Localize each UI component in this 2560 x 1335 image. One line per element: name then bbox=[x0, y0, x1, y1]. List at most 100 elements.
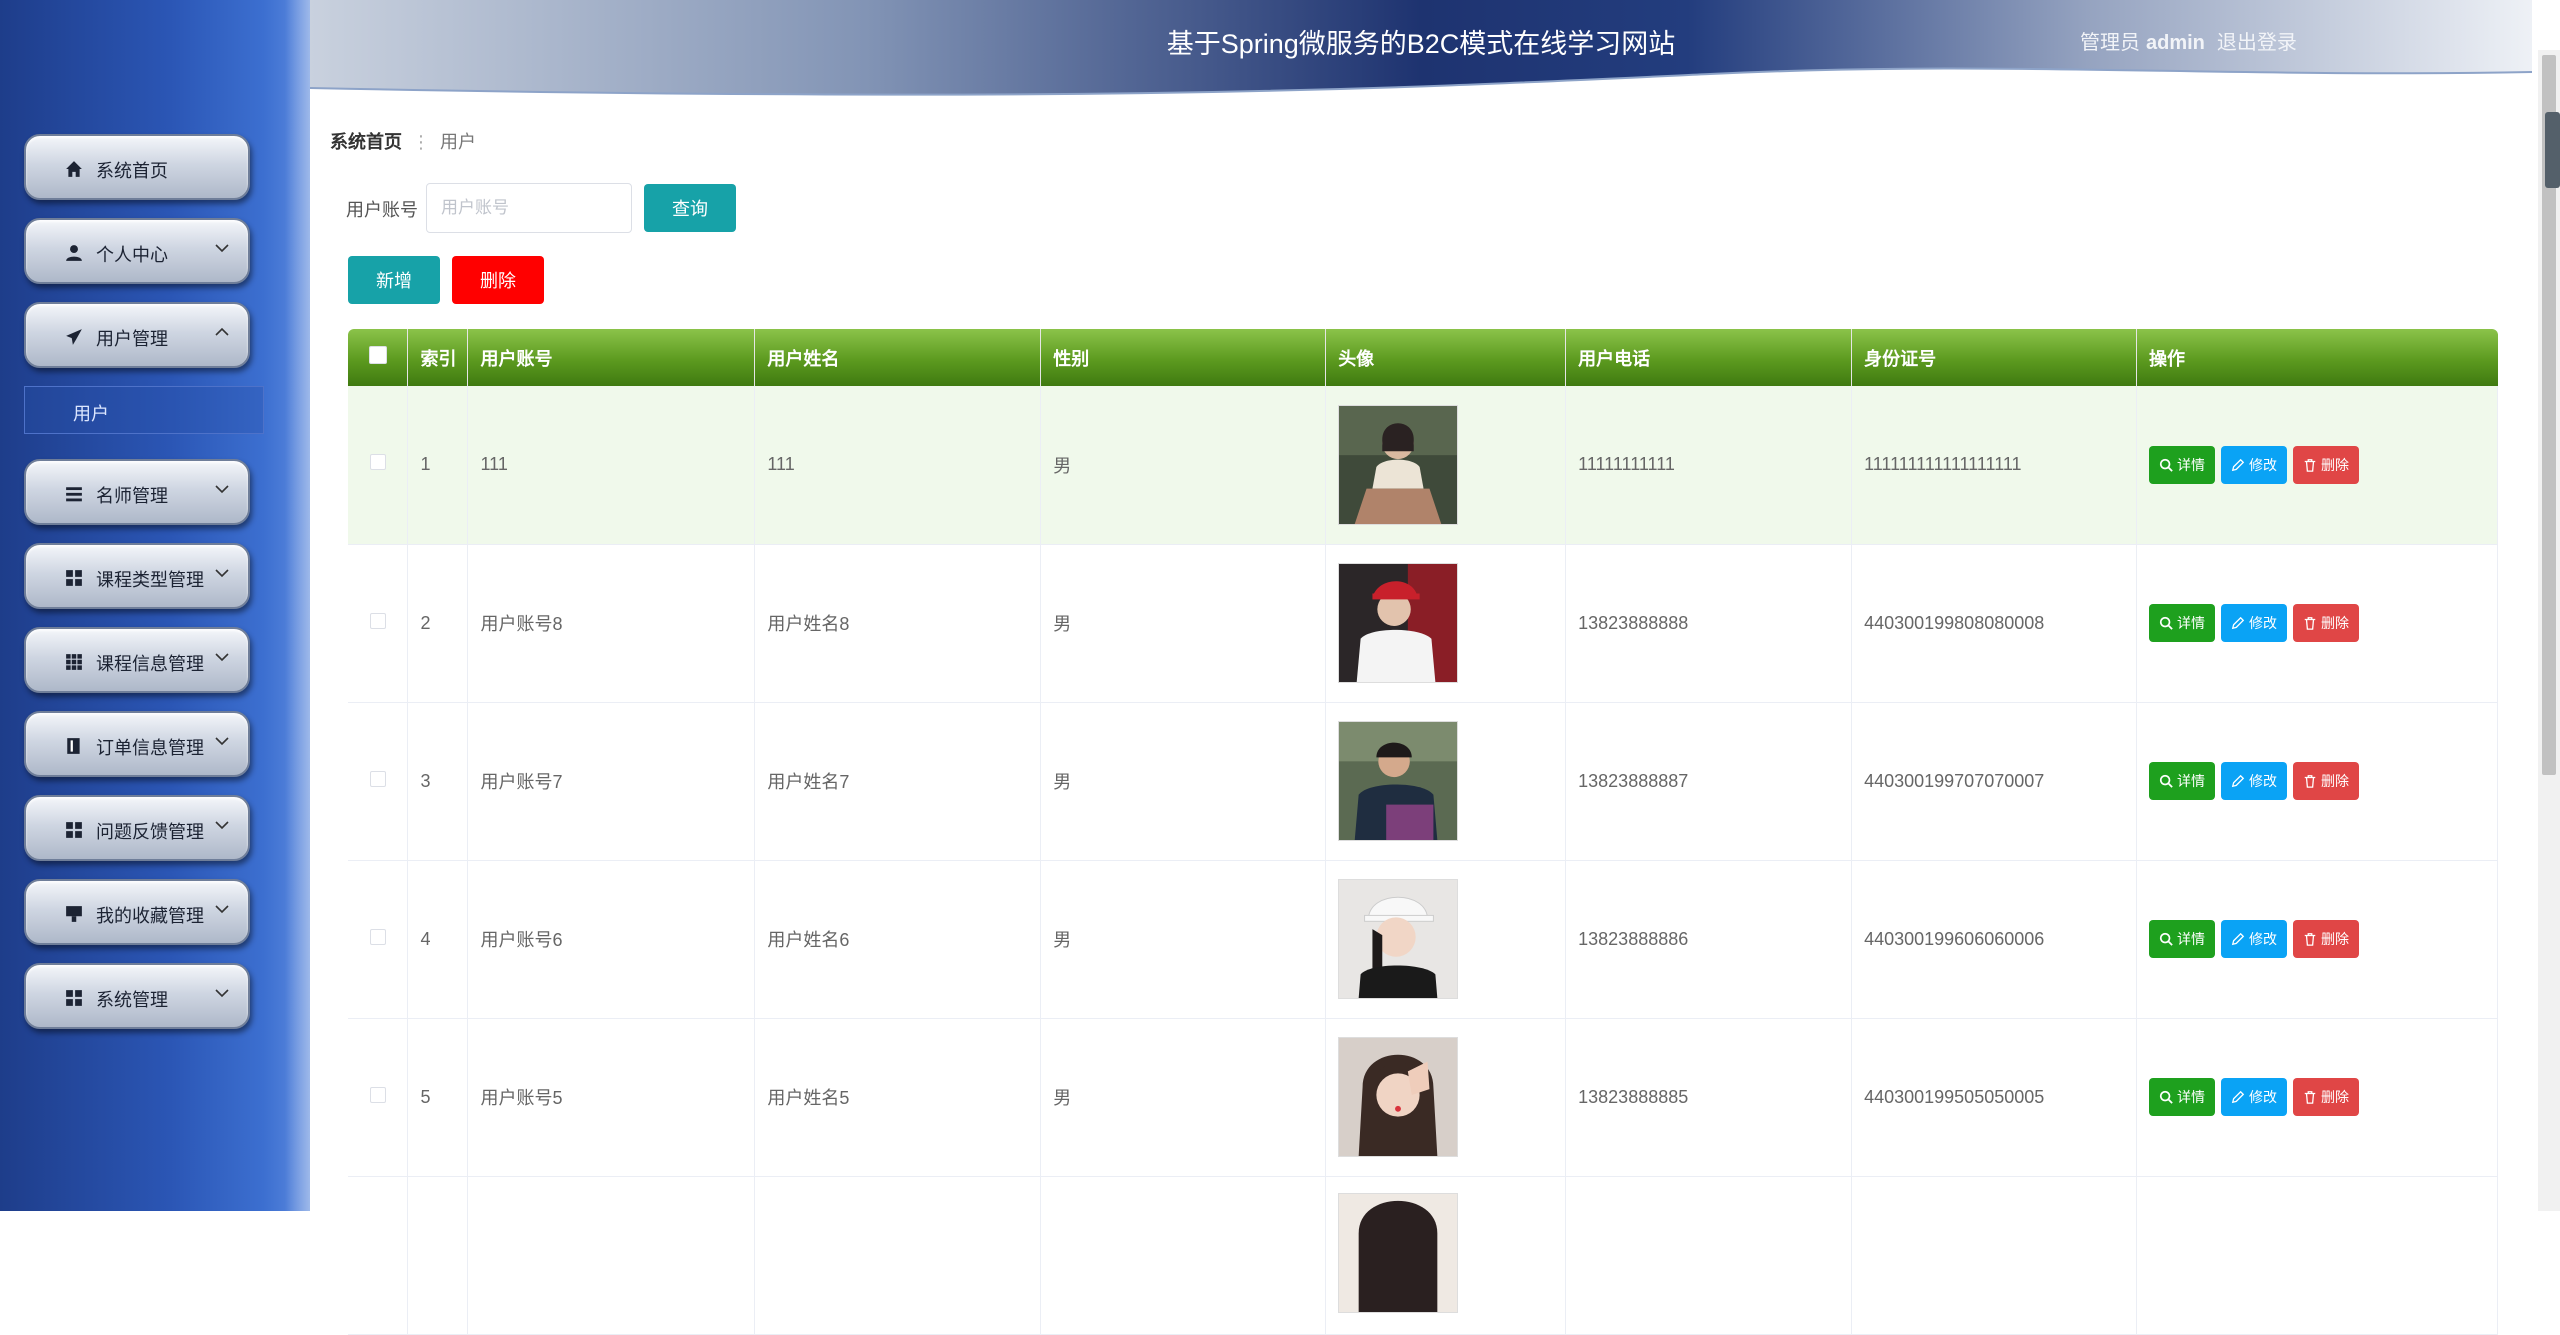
sidebar-item-course-types[interactable]: 课程类型管理 bbox=[24, 543, 250, 609]
edit-label: 修改 bbox=[2249, 773, 2278, 789]
sidebar-subitem-user[interactable]: 用户 bbox=[24, 386, 264, 434]
cell-account: 用户账号8 bbox=[467, 544, 756, 703]
remove-button[interactable]: 删除 bbox=[2293, 1078, 2360, 1116]
sidebar-item-courses[interactable]: 课程信息管理 bbox=[24, 627, 250, 693]
table-header-row: 索引 用户账号 用户姓名 性别 头像 用户电话 身份证号 操作 bbox=[348, 329, 2498, 386]
row-select-cell[interactable] bbox=[348, 386, 409, 545]
edit-button[interactable]: 修改 bbox=[2221, 920, 2288, 958]
row-checkbox[interactable] bbox=[369, 770, 386, 787]
table-row[interactable]: 4 用户账号6 用户姓名6 男 13823888886 440300199606… bbox=[348, 860, 2498, 1019]
cell-avatar bbox=[1325, 1176, 1567, 1335]
detail-button[interactable]: 详情 bbox=[2149, 604, 2216, 642]
select-all-cell[interactable] bbox=[348, 329, 409, 386]
cell-actions: 详情 修改 删除 bbox=[2136, 386, 2498, 545]
row-select-cell[interactable] bbox=[348, 1176, 409, 1335]
avatar[interactable] bbox=[1338, 563, 1459, 683]
cell-avatar bbox=[1325, 544, 1567, 703]
search-icon bbox=[2159, 774, 2173, 788]
edit-button[interactable]: 修改 bbox=[2221, 762, 2288, 800]
query-button[interactable]: 查询 bbox=[644, 184, 736, 232]
edit-button[interactable]: 修改 bbox=[2221, 1078, 2288, 1116]
edit-button[interactable]: 修改 bbox=[2221, 604, 2288, 642]
column-header: 性别 bbox=[1040, 329, 1327, 386]
edit-icon bbox=[2231, 774, 2245, 788]
list-icon bbox=[64, 484, 84, 504]
avatar[interactable] bbox=[1338, 1037, 1459, 1157]
chevron-down-icon bbox=[215, 905, 229, 914]
chevron-down-icon bbox=[215, 244, 229, 253]
cell-phone: 13823888887 bbox=[1565, 702, 1853, 861]
cell-account: 用户账号6 bbox=[467, 860, 756, 1019]
cell-id-card: 440300199707070007 bbox=[1851, 702, 2138, 861]
cell-gender: 男 bbox=[1040, 702, 1327, 861]
sidebar-item-profile[interactable]: 个人中心 bbox=[24, 218, 250, 284]
detail-button[interactable]: 详情 bbox=[2149, 445, 2216, 484]
sidebar-item-favorites[interactable]: 我的收藏管理 bbox=[24, 879, 250, 945]
sidebar-item-teachers[interactable]: 名师管理 bbox=[24, 459, 250, 525]
logout-link[interactable]: 退出登录 bbox=[2217, 32, 2297, 54]
edit-button[interactable]: 修改 bbox=[2221, 445, 2288, 484]
avatar[interactable] bbox=[1338, 721, 1459, 841]
sidebar-item-system[interactable]: 系统管理 bbox=[24, 963, 250, 1029]
user-area: 管理员 admin 退出登录 bbox=[2080, 26, 2297, 55]
cell-account: 用户账号5 bbox=[467, 1018, 756, 1177]
table-row[interactable]: 5 用户账号5 用户姓名5 男 13823888885 440300199505… bbox=[348, 1018, 2498, 1177]
chevron-up-icon bbox=[215, 327, 229, 336]
grid-icon bbox=[64, 652, 84, 672]
sidebar-item-label: 名师管理 bbox=[96, 486, 168, 506]
table-cell bbox=[1851, 1176, 2138, 1335]
minimap-widget bbox=[2545, 112, 2560, 188]
add-button[interactable]: 新增 bbox=[348, 256, 440, 304]
cell-name: 用户姓名5 bbox=[754, 1018, 1042, 1177]
table-row[interactable] bbox=[348, 1176, 2498, 1335]
sidebar-item-feedback[interactable]: 问题反馈管理 bbox=[24, 795, 250, 861]
avatar[interactable] bbox=[1338, 404, 1459, 525]
table-row[interactable]: 2 用户账号8 用户姓名8 男 13823888888 440300199808… bbox=[348, 544, 2498, 703]
cell-name: 用户姓名8 bbox=[754, 544, 1042, 703]
scrollbar[interactable] bbox=[2538, 50, 2560, 1211]
detail-button[interactable]: 详情 bbox=[2149, 762, 2216, 800]
sidebar-item-users[interactable]: 用户管理 bbox=[24, 302, 250, 368]
search-input[interactable] bbox=[426, 183, 632, 233]
grid-icon bbox=[64, 568, 84, 588]
remove-button[interactable]: 删除 bbox=[2293, 920, 2360, 958]
row-checkbox[interactable] bbox=[369, 454, 386, 471]
remove-button[interactable]: 删除 bbox=[2293, 762, 2360, 800]
row-checkbox[interactable] bbox=[369, 612, 386, 629]
remove-label: 删除 bbox=[2321, 456, 2350, 473]
detail-button[interactable]: 详情 bbox=[2149, 1078, 2216, 1116]
row-select-cell[interactable] bbox=[348, 544, 409, 703]
remove-button[interactable]: 删除 bbox=[2293, 445, 2360, 484]
table-row[interactable]: 1 111 111 男 11111111111 1111111111111111… bbox=[348, 386, 2498, 545]
table-cell bbox=[754, 1176, 1042, 1335]
edit-label: 修改 bbox=[2249, 1089, 2278, 1105]
remove-button[interactable]: 删除 bbox=[2293, 604, 2360, 642]
book-icon bbox=[64, 736, 84, 756]
detail-button[interactable]: 详情 bbox=[2149, 920, 2216, 958]
row-checkbox[interactable] bbox=[369, 928, 386, 945]
edit-label: 修改 bbox=[2249, 931, 2278, 947]
edit-icon bbox=[2231, 616, 2245, 630]
avatar[interactable] bbox=[1338, 879, 1459, 999]
table-row[interactable]: 3 用户账号7 用户姓名7 男 13823888887 440300199707… bbox=[348, 702, 2498, 861]
remove-label: 删除 bbox=[2321, 615, 2350, 631]
sidebar-item-label: 系统首页 bbox=[96, 161, 168, 181]
cell-name: 用户姓名6 bbox=[754, 860, 1042, 1019]
batch-delete-button[interactable]: 删除 bbox=[452, 256, 544, 304]
sidebar-item-orders[interactable]: 订单信息管理 bbox=[24, 711, 250, 777]
edit-icon bbox=[2231, 458, 2245, 471]
sidebar-item-label: 课程类型管理 bbox=[96, 570, 204, 590]
trash-icon bbox=[2304, 775, 2316, 788]
cell-actions: 详情 修改 删除 bbox=[2136, 702, 2498, 861]
row-select-cell[interactable] bbox=[348, 1018, 409, 1177]
select-all-checkbox[interactable] bbox=[368, 346, 387, 364]
cell-gender: 男 bbox=[1040, 544, 1327, 703]
row-select-cell[interactable] bbox=[348, 702, 409, 861]
sidebar-item-label: 个人中心 bbox=[96, 245, 168, 265]
column-header: 用户电话 bbox=[1565, 329, 1853, 386]
trash-icon bbox=[2304, 617, 2316, 630]
breadcrumb-home[interactable]: 系统首页 bbox=[330, 132, 402, 152]
sidebar-item-home[interactable]: 系统首页 bbox=[24, 134, 250, 200]
row-select-cell[interactable] bbox=[348, 860, 409, 1019]
row-checkbox[interactable] bbox=[369, 1086, 386, 1103]
